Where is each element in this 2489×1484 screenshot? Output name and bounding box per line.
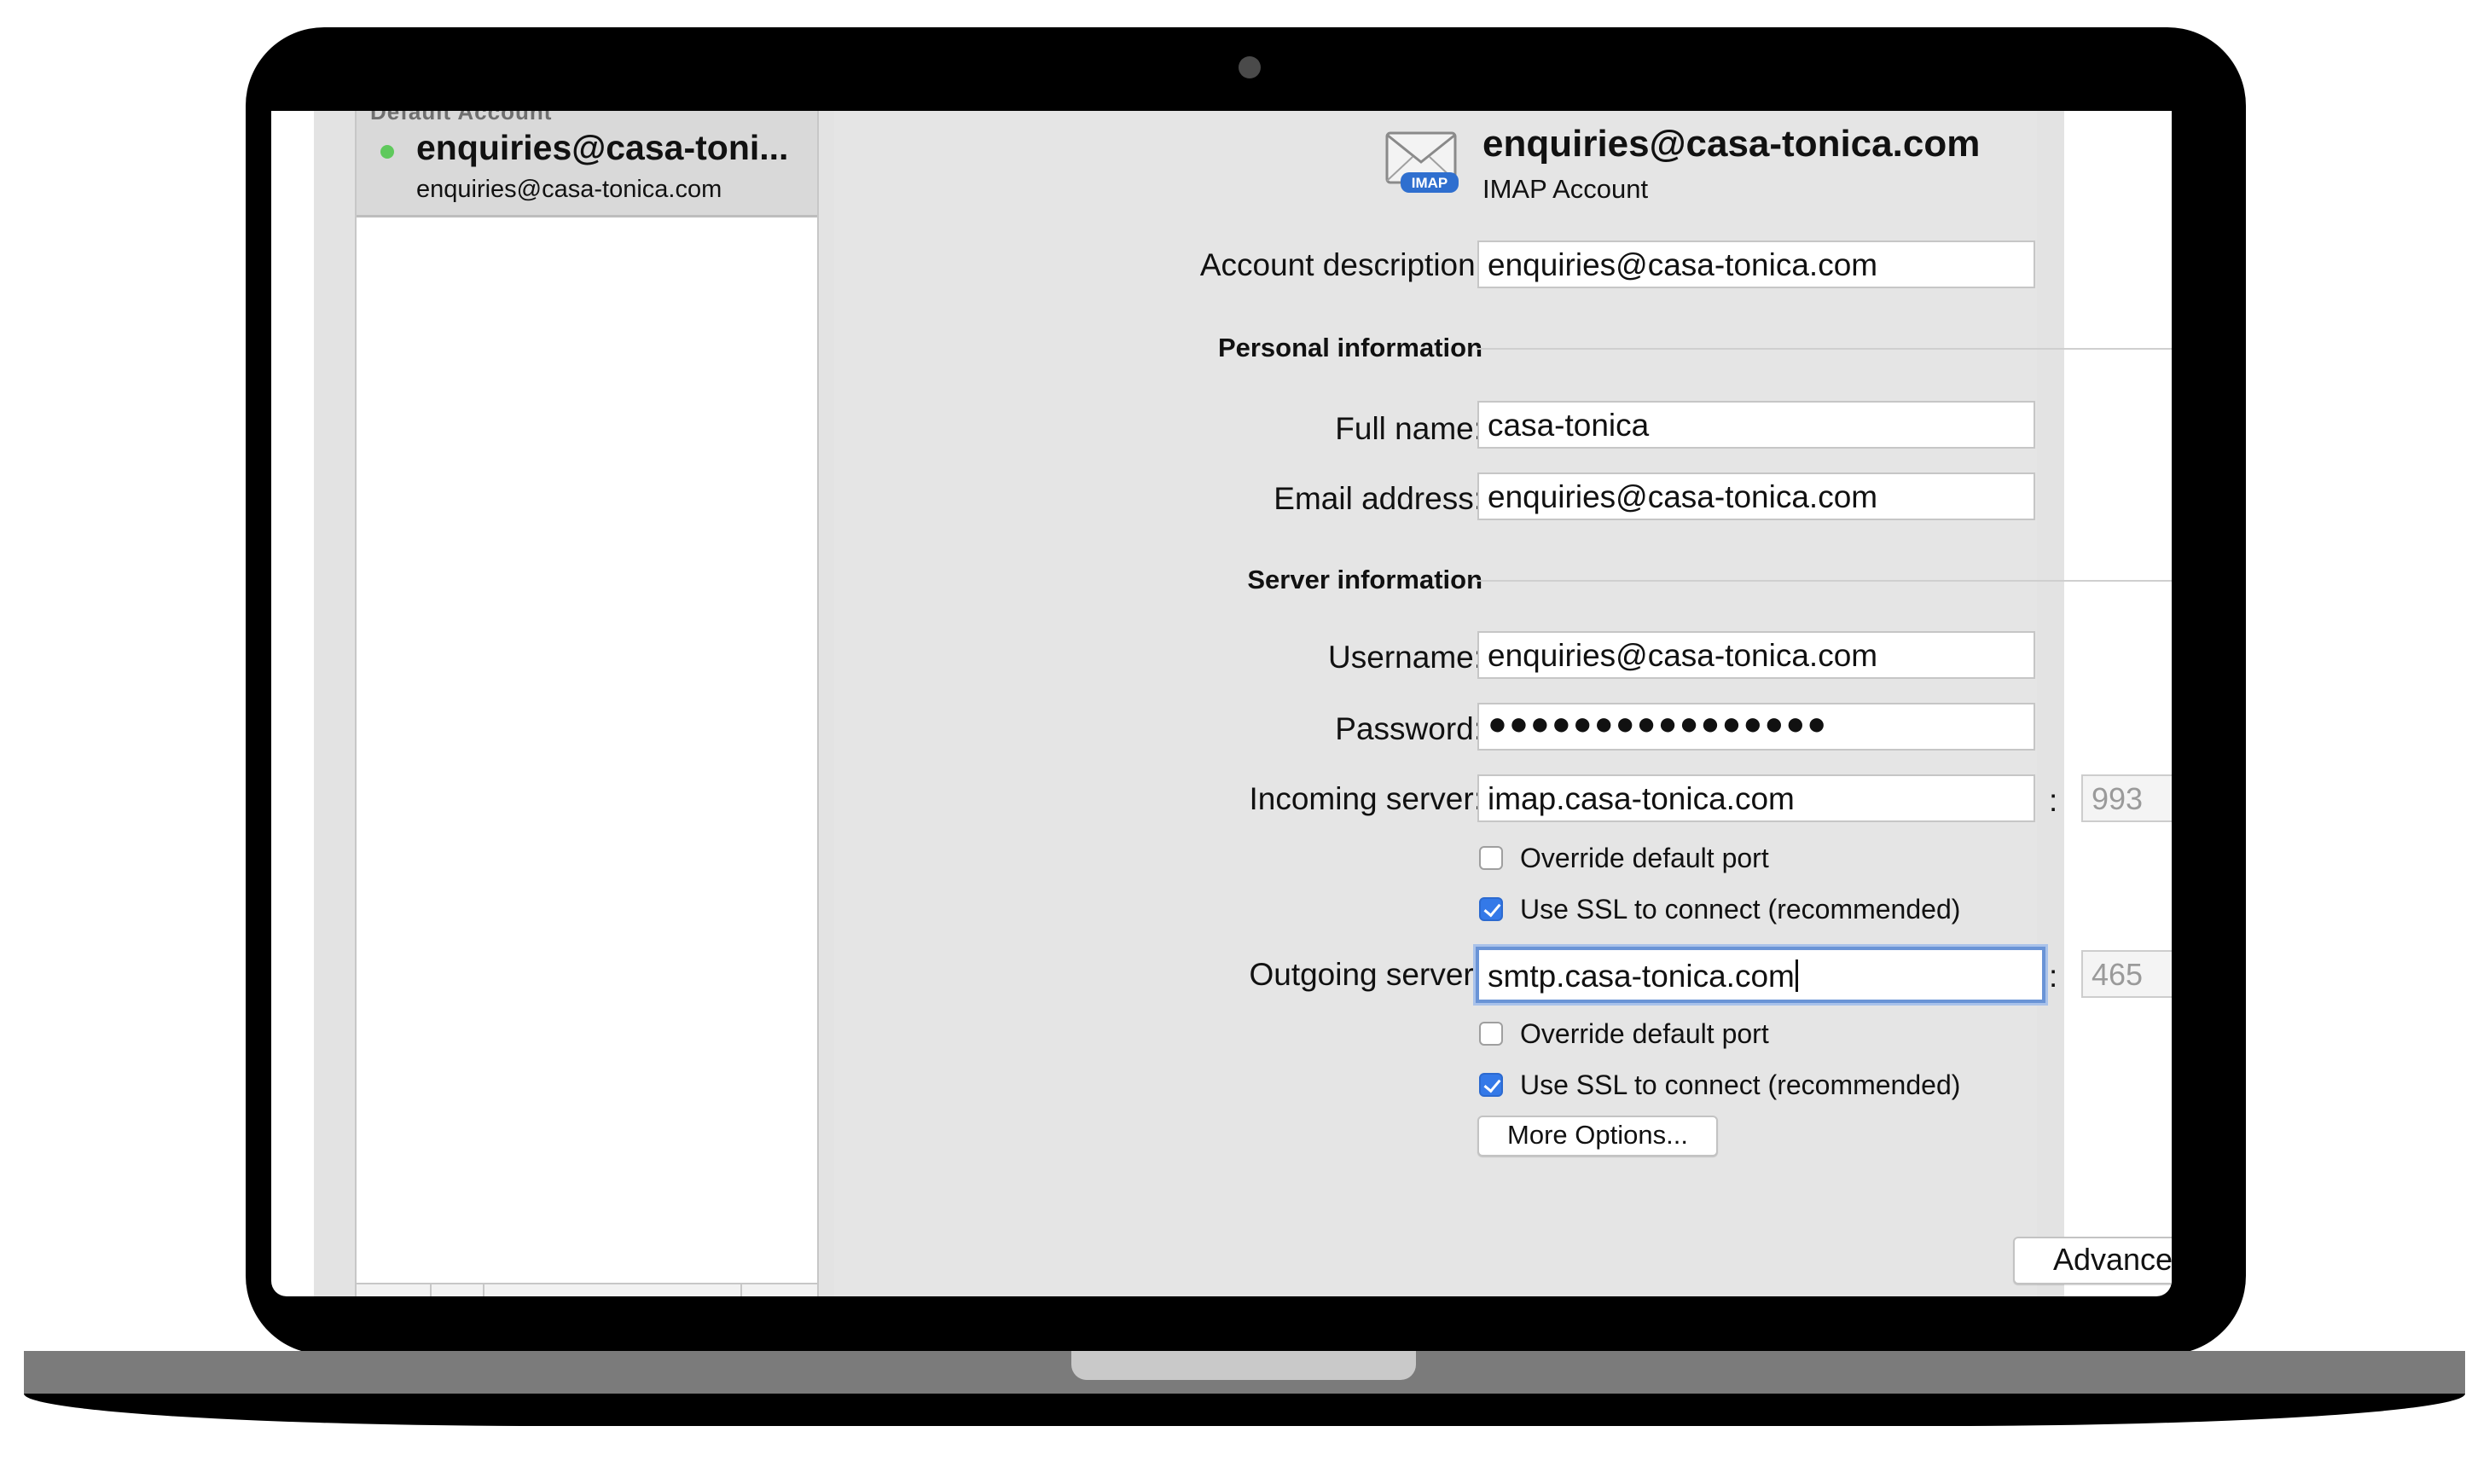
outgoing-server-label: Outgoing server: bbox=[1249, 957, 1482, 992]
laptop-base-bottom bbox=[24, 1394, 2465, 1426]
email-address-label: Email address: bbox=[1274, 481, 1482, 516]
account-email: enquiries@casa-tonica.com bbox=[416, 176, 722, 203]
username-label: Username: bbox=[1328, 640, 1482, 675]
imap-badge: IMAP bbox=[1412, 175, 1448, 191]
incoming-override-port-label: Override default port bbox=[1520, 843, 1769, 873]
outgoing-override-port-label: Override default port bbox=[1520, 1018, 1769, 1049]
incoming-server-label: Incoming server: bbox=[1249, 781, 1483, 816]
full-name-label: Full name: bbox=[1335, 411, 1482, 446]
incoming-override-port-checkbox[interactable] bbox=[1479, 846, 1503, 870]
outgoing-server-value: smtp.casa-tonica.com bbox=[1488, 959, 1795, 994]
port-separator: : bbox=[2049, 783, 2058, 818]
server-information-heading: Server information bbox=[1247, 565, 1482, 594]
account-type: IMAP Account bbox=[1482, 174, 1649, 204]
incoming-ssl-label: Use SSL to connect (recommended) bbox=[1520, 894, 1961, 925]
outgoing-server-field[interactable]: smtp.casa-tonica.com bbox=[1476, 947, 2045, 1003]
section-divider bbox=[1477, 348, 2172, 350]
mail-envelope-icon: IMAP bbox=[1385, 131, 1459, 193]
account-title: enquiries@casa-tonica.com bbox=[1482, 123, 1981, 165]
incoming-server-field[interactable]: imap.casa-tonica.com bbox=[1477, 774, 2035, 822]
personal-information-heading: Personal information bbox=[1217, 333, 1482, 362]
username-field[interactable]: enquiries@casa-tonica.com bbox=[1477, 631, 2035, 679]
outgoing-ssl-label: Use SSL to connect (recommended) bbox=[1520, 1070, 1961, 1100]
email-address-field[interactable]: enquiries@casa-tonica.com bbox=[1477, 472, 2035, 520]
toolbar-separator bbox=[430, 1284, 432, 1296]
outgoing-port-field[interactable]: 465 bbox=[2081, 950, 2172, 998]
advanced-button[interactable]: Advanced... bbox=[2013, 1237, 2172, 1284]
section-divider bbox=[1477, 580, 2172, 582]
full-name-field[interactable]: casa-tonica bbox=[1477, 401, 2035, 449]
online-status-icon bbox=[380, 145, 394, 159]
outgoing-ssl-checkbox[interactable] bbox=[1479, 1073, 1503, 1097]
toolbar-separator bbox=[740, 1284, 742, 1296]
incoming-port-field[interactable]: 993 bbox=[2081, 774, 2172, 822]
toolbar-separator bbox=[483, 1284, 484, 1296]
port-separator: : bbox=[2049, 959, 2058, 994]
accounts-sidebar: Default Account enquiries@casa-toni... e… bbox=[355, 111, 819, 1296]
sidebar-header: Default Account bbox=[370, 111, 553, 125]
incoming-ssl-checkbox[interactable] bbox=[1479, 897, 1503, 921]
laptop-notch bbox=[1071, 1351, 1416, 1380]
account-description-field[interactable]: enquiries@casa-tonica.com bbox=[1477, 241, 2035, 288]
account-description-label: Account description: bbox=[1199, 247, 1484, 282]
camera-icon bbox=[1239, 56, 1261, 78]
text-caret bbox=[1795, 959, 1798, 992]
account-name: enquiries@casa-toni... bbox=[416, 128, 789, 167]
accounts-window: Default Account enquiries@casa-toni... e… bbox=[314, 111, 2172, 1296]
more-options-button[interactable]: More Options... bbox=[1477, 1116, 1718, 1156]
screen: Default Account enquiries@casa-toni... e… bbox=[271, 111, 2172, 1296]
sidebar-toolbar bbox=[357, 1283, 817, 1296]
account-list-item[interactable]: Default Account enquiries@casa-toni... e… bbox=[357, 111, 817, 217]
password-label: Password: bbox=[1335, 711, 1482, 746]
outgoing-override-port-checkbox[interactable] bbox=[1479, 1022, 1503, 1046]
password-field[interactable]: ●●●●●●●●●●●●●●●● bbox=[1477, 703, 2035, 751]
